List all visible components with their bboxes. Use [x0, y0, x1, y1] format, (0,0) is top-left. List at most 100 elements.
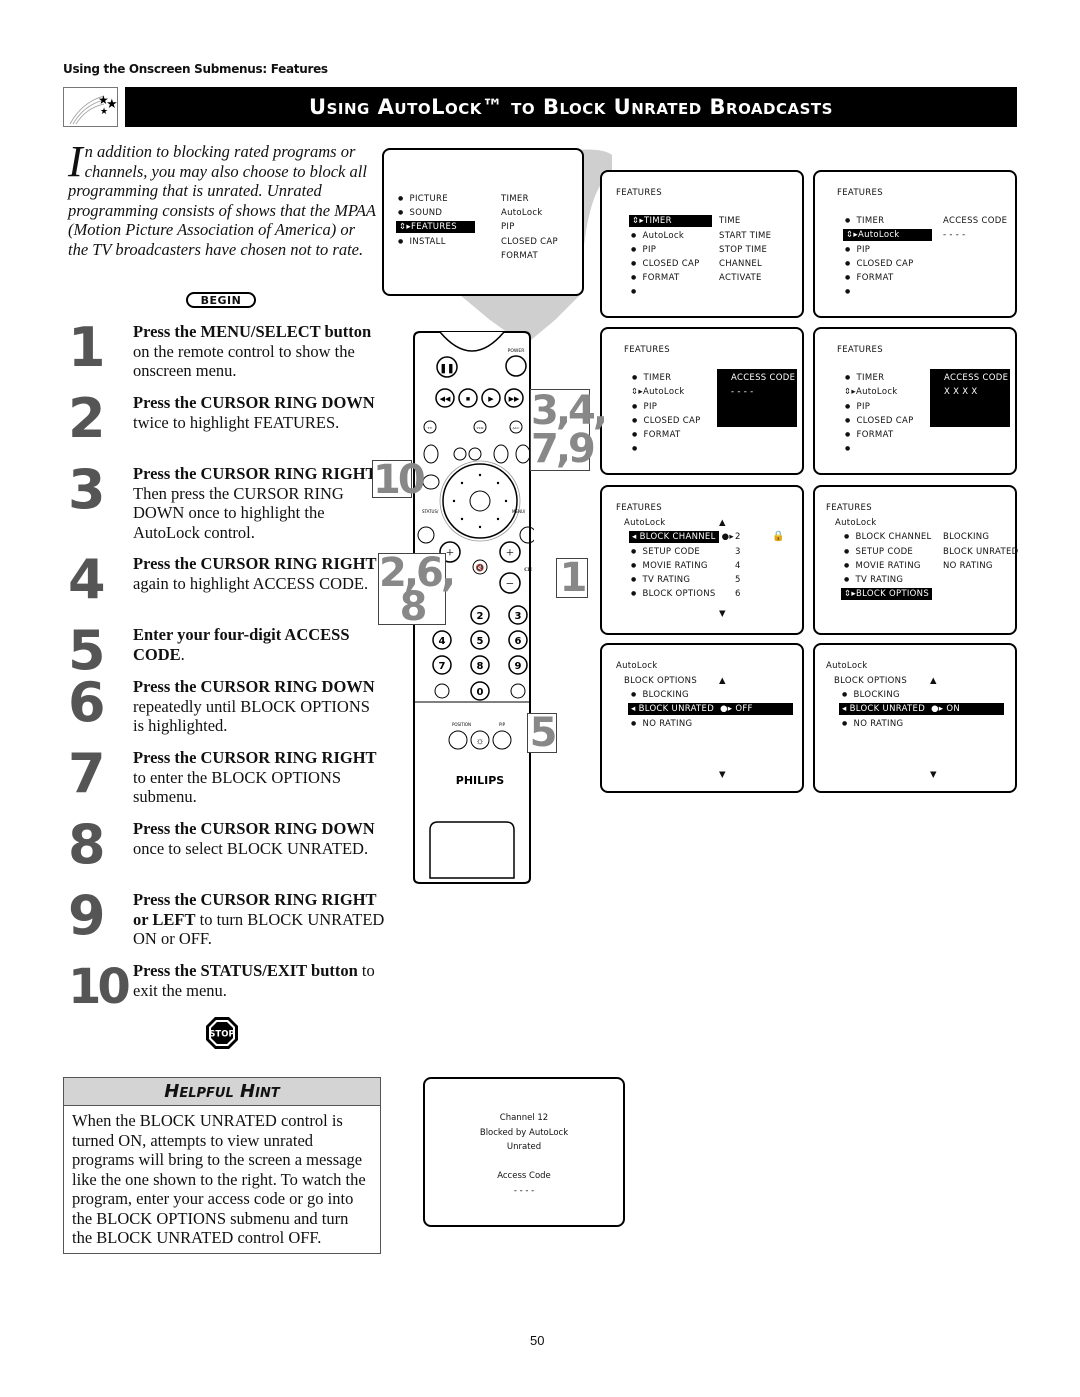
menu-item-highlighted: ⇕▸TIMER — [629, 215, 712, 227]
step-text: Press the CURSOR RING RIGHT. Then press … — [133, 464, 381, 542]
step-number: 1 — [68, 316, 106, 379]
svg-text:■: ■ — [466, 395, 470, 403]
page-title-bar: Using AutoLock™ to Block Unrated Broadca… — [125, 87, 1017, 127]
tv-screen-features-timer: FEATURES ⇕▸TIMER AutoLock PIP CLOSED CAP… — [600, 170, 804, 318]
menu-item-highlighted: ◂ BLOCK UNRATED ●▸ OFF — [628, 703, 793, 715]
step-text: Press the STATUS/EXIT button to exit the… — [133, 961, 375, 1000]
menu-item: TV RATING — [631, 575, 690, 585]
menu-item-selected: ⇕▸AutoLock — [631, 387, 685, 397]
submenu-item: NO RATING — [943, 561, 993, 571]
step-number: 4 — [68, 548, 106, 611]
step-text: Press the CURSOR RING DOWN once to selec… — [133, 819, 375, 858]
menu-item: CLOSED CAP — [631, 259, 700, 269]
menu-item: FORMAT — [632, 430, 681, 440]
menu-item: NO RATING — [842, 719, 904, 729]
menu-value: 4 — [735, 561, 741, 571]
begin-badge: BEGIN — [186, 292, 256, 308]
screen-title: FEATURES — [826, 503, 872, 513]
svg-text:−: − — [506, 577, 514, 592]
menu-item: TIMER — [845, 216, 885, 226]
submenu-item: TIME — [719, 216, 741, 226]
menu-item: CLOSED CAP — [632, 416, 701, 426]
screen-title: FEATURES — [616, 188, 662, 198]
menu-item: CLOSED CAP — [845, 416, 914, 426]
menu-item: MOVIE RATING — [844, 561, 921, 571]
screen-title: FEATURES — [624, 345, 670, 355]
menu-item: PIP — [631, 245, 656, 255]
blocked-message-line: Channel 12 — [499, 1113, 549, 1123]
drop-cap: I — [68, 137, 83, 186]
menu-item: PIP — [845, 402, 870, 412]
access-code-value: X X X X — [944, 387, 978, 397]
helpful-hint-box: Helpful Hint When the BLOCK UNRATED cont… — [63, 1077, 381, 1254]
menu-item: BLOCK CHANNEL — [844, 532, 932, 542]
menu-item-empty — [845, 287, 857, 297]
svg-text:🔇: 🔇 — [476, 563, 485, 572]
screen-subtitle: AutoLock — [835, 518, 877, 528]
menu-item: CLOSED CAP — [845, 259, 914, 269]
menu-value: 6 — [735, 589, 741, 599]
page-title: Using AutoLock™ to Block Unrated Broadca… — [309, 95, 833, 119]
screen-subtitle: BLOCK OPTIONS — [834, 676, 908, 686]
svg-text:0: 0 — [477, 687, 484, 698]
submenu-item: PIP — [501, 222, 515, 232]
screen-title: AutoLock — [616, 661, 658, 671]
step-number: 8 — [68, 813, 106, 876]
menu-item-empty — [631, 287, 643, 297]
svg-text:+: + — [506, 546, 514, 561]
menu-item-highlighted: ⇕▸FEATURES — [396, 221, 475, 233]
scroll-down-arrow-icon: ▼ — [719, 770, 726, 780]
blocked-message-line: Unrated — [506, 1142, 542, 1152]
screen-subtitle: AutoLock — [624, 518, 666, 528]
menu-item-highlighted: ◂ BLOCK UNRATED ●▸ ON — [839, 703, 1004, 715]
step-number: 3 — [68, 458, 106, 521]
scroll-up-arrow-icon: ▲ — [719, 676, 726, 686]
access-code-box: ACCESS CODE X X X X — [930, 369, 1010, 427]
svg-text:POWER: POWER — [508, 348, 525, 354]
submenu-item: AutoLock — [501, 208, 543, 218]
svg-text:☼: ☼ — [475, 736, 484, 747]
step-callout-1: 1 — [556, 558, 588, 598]
menu-item: FORMAT — [631, 273, 680, 283]
submenu-item: CHANNEL — [719, 259, 763, 269]
menu-item: BLOCK OPTIONS — [631, 589, 716, 599]
toggle-value: ON — [946, 704, 961, 714]
svg-text:◀◀: ◀◀ — [440, 395, 451, 403]
tv-screen-access-code-entered: FEATURES TIMER ⇕▸AutoLock PIP CLOSED CAP… — [813, 327, 1017, 475]
access-code-label: ACCESS CODE — [731, 373, 796, 383]
svg-text:STATUS/: STATUS/ — [422, 509, 439, 514]
step-text: Press the CURSOR RING DOWN repeatedly un… — [133, 677, 375, 735]
step-callout-10: 10 — [372, 457, 426, 503]
scroll-up-arrow-icon: ▲ — [719, 518, 726, 528]
svg-text:★: ★ — [100, 106, 108, 116]
step-number: 10 — [68, 959, 131, 1015]
menu-item: PIP — [632, 402, 657, 412]
step-text: Press the CURSOR RING DOWN twice to high… — [133, 393, 375, 432]
svg-text:8: 8 — [477, 661, 484, 672]
submenu-item: START TIME — [719, 231, 772, 241]
submenu-item: CLOSED CAP — [501, 237, 558, 247]
menu-item: SOUND — [398, 208, 442, 218]
menu-item-highlighted: ⇕▸BLOCK OPTIONS — [841, 588, 933, 600]
step-text: Enter your four-digit ACCESS CODE. — [133, 625, 350, 664]
svg-text:❚❚: ❚❚ — [439, 363, 454, 374]
screen-title: FEATURES — [837, 188, 883, 198]
menu-value: 5 — [735, 575, 741, 585]
screen-title: FEATURES — [616, 503, 662, 513]
menu-item-highlighted: ⇕▸AutoLock — [843, 229, 932, 241]
svg-text:TV: TV — [428, 426, 433, 430]
tv-screen-block-unrated-on: AutoLock BLOCK OPTIONS ▲ BLOCKING ◂ BLOC… — [813, 643, 1017, 793]
menu-item: BLOCKING — [631, 690, 689, 700]
svg-text:2: 2 — [477, 611, 484, 622]
svg-text:3: 3 — [515, 611, 522, 622]
menu-item: TV RATING — [844, 575, 903, 585]
stop-sign-icon: STOP — [205, 1016, 239, 1050]
submenu-item: TIMER — [501, 194, 529, 204]
tv-screen-block-unrated-off: AutoLock BLOCK OPTIONS ▲ BLOCKING ◂ BLOC… — [600, 643, 804, 793]
svg-text:MENU/: MENU/ — [512, 509, 526, 514]
svg-text:5: 5 — [477, 636, 484, 647]
svg-text:STOP: STOP — [209, 1030, 234, 1040]
svg-text:VCR: VCR — [476, 426, 484, 430]
svg-text:▶▶: ▶▶ — [509, 395, 520, 403]
svg-text:CH: CH — [524, 568, 532, 573]
